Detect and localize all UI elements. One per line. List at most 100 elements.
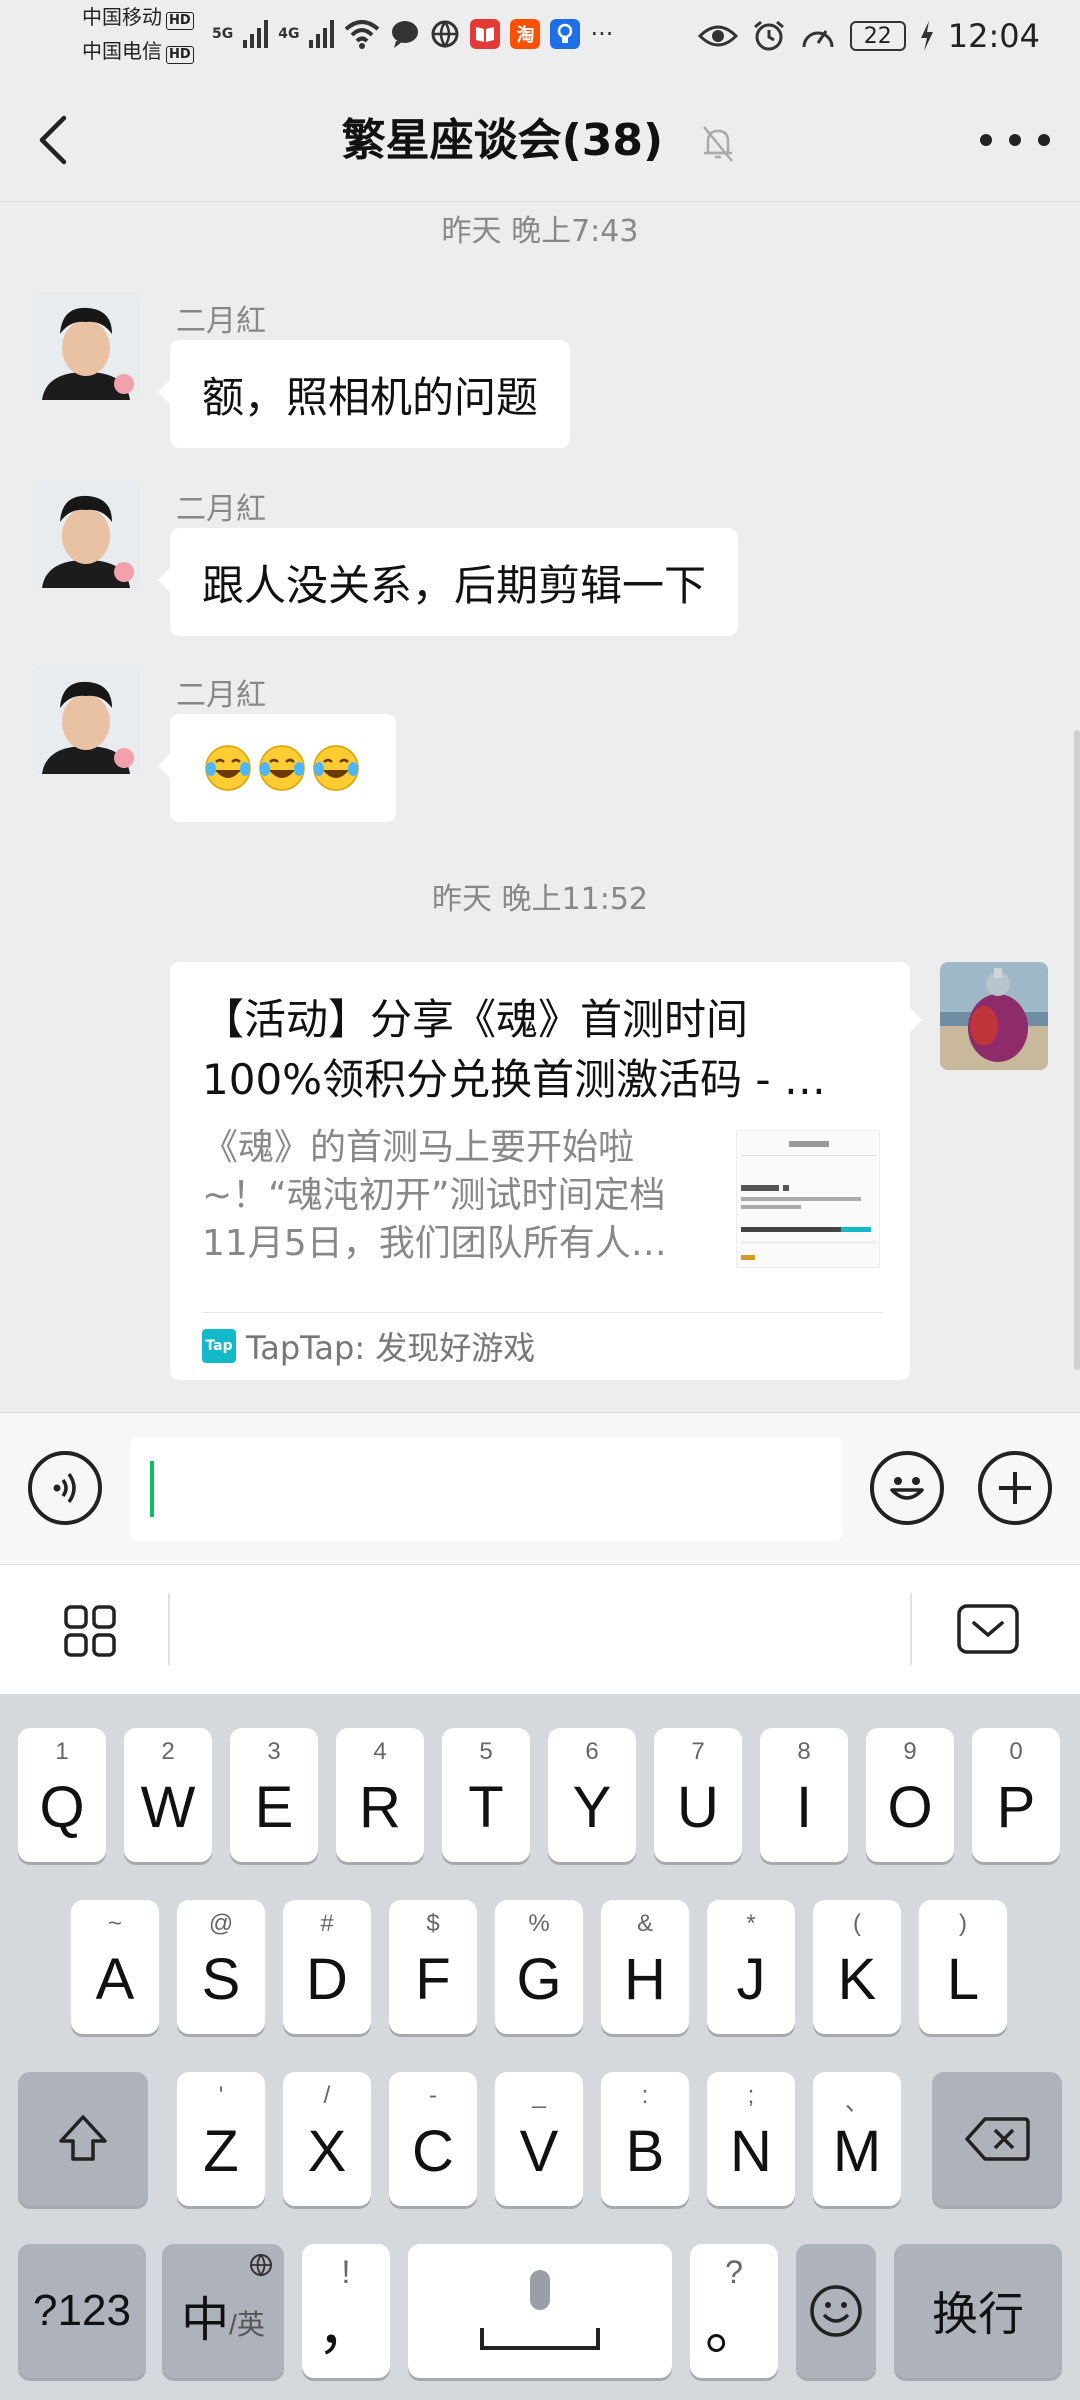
chat-title: 繁星座谈会(38) [341,115,664,166]
link-card-divider [202,1312,882,1313]
link-card-source: Tap TapTap: 发现好游戏 [202,1326,536,1367]
sender-name: 二月紅 [176,492,266,527]
status-icons-left: 5G 4G 淘 ··· [212,14,613,54]
shared-link-card[interactable]: 【活动】分享《魂》首测时间 100%领积分兑换首测激活码 - … 《魂》的首测马… [170,962,922,1380]
hide-keyboard-icon[interactable] [956,1603,1020,1655]
key-p[interactable]: 0P [972,1728,1060,1862]
charging-bolt-icon [920,21,933,51]
key-a[interactable]: ~ A [71,1900,159,2034]
eye-icon [697,25,738,47]
comma-key[interactable]: !， [302,2244,390,2378]
key-j[interactable]: * J [707,1900,795,2034]
sender-name: 二月紅 [176,678,266,713]
key-q[interactable]: 1Q [18,1728,106,1862]
carrier-1-label: 中国移动 [82,5,162,29]
more-options-button[interactable] [980,122,1050,158]
key-s[interactable]: @ S [177,1900,265,2034]
shift-icon [59,2115,107,2161]
alarm-icon [753,20,784,51]
link-card-title: 【活动】分享《魂》首测时间 100%领积分兑换首测激活码 - … [202,990,882,1110]
key-r[interactable]: 4R [336,1728,424,1862]
avatar-self[interactable] [940,962,1048,1070]
chat-bubble-icon [392,21,419,48]
voice-icon [53,1472,76,1504]
key-n[interactable]: ; N [707,2072,795,2206]
key-x[interactable]: / X [283,2072,371,2206]
message-text: 额，照相机的问题 [202,372,539,422]
emoji-keyboard-key[interactable] [796,2244,876,2378]
status-bar: 中国移动 HD 中国电信 HD 5G 4G 淘 ··· 22 12:04 [0,0,1080,72]
sender-name: 二月紅 [176,304,266,339]
lightbulb-app-icon [550,19,581,49]
mute-bell-icon [703,126,734,162]
key-b[interactable]: :B [601,2072,689,2206]
link-card-thumbnail [736,1130,880,1268]
laughing-tears-emoji-icon [205,745,251,791]
wifi-icon [345,20,380,49]
backspace-key[interactable] [932,2072,1062,2206]
more-functions-button[interactable] [978,1451,1052,1525]
key-o[interactable]: 9O [866,1728,954,1862]
key-z[interactable]: ' Z [177,2072,265,2206]
key-e[interactable]: 3E [230,1728,318,1862]
more-notifications-label: ··· [590,20,614,48]
key-m[interactable]: 、 M [813,2072,901,2206]
shift-key[interactable] [18,2072,148,2206]
link-card-title-line: 【活动】分享《魂》首测时间 [202,995,749,1044]
number-symbols-key[interactable]: ?123 [18,2244,146,2378]
globe-icon [431,20,459,49]
key-u[interactable]: 7U [654,1728,742,1862]
voice-input-button[interactable] [28,1451,102,1525]
language-toggle-key[interactable]: 中/英 [162,2244,284,2378]
link-card-desc-line: 《魂》的首测马上要开始啦 [202,1127,635,1168]
toolbar-separator [168,1593,170,1665]
space-bar-icon [480,2328,600,2350]
key-c[interactable]: -C [389,2072,477,2206]
avatar-erhong[interactable] [32,480,140,588]
smiley-icon [810,2285,862,2337]
key-f[interactable]: $ F [389,1900,477,2034]
key-d[interactable]: # D [283,1900,371,2034]
key-t[interactable]: 5T [442,1728,530,1862]
message-text: 跟人没关系，后期剪辑一下 [202,560,707,610]
space-key[interactable] [408,2244,672,2378]
plus-icon [999,1472,1031,1504]
link-card-source-label: TapTap: 发现好游戏 [246,1329,536,1367]
link-card-desc-line: ~！“魂沌初开”测试时间定档 [202,1175,666,1216]
smiley-icon [890,1477,924,1500]
key-i[interactable]: 8I [760,1728,848,1862]
grid-menu-icon[interactable] [62,1603,118,1659]
book-app-icon [470,19,501,49]
key-w[interactable]: 2W [124,1728,212,1862]
message-bubble-emoji[interactable]: 😂😂😂 [158,714,396,822]
carrier-2-label: 中国电信 [82,39,162,63]
period-key[interactable]: ?。 [690,2244,778,2378]
microphone-icon [530,2270,550,2310]
key-y[interactable]: 6Y [548,1728,636,1862]
key-l[interactable]: ) L [919,1900,1007,2034]
enter-key[interactable]: 换行 [894,2244,1062,2378]
message-bubble[interactable]: 额，照相机的问题 [157,340,571,448]
battery-level: 22 [863,23,892,49]
key-v[interactable]: _ V [495,2072,583,2206]
link-card-title-line: 100%领积分兑换首测激活码 - … [202,1055,826,1104]
key-g[interactable]: % G [495,1900,583,2034]
link-card-description: 《魂》的首测马上要开始啦 ~！“魂沌初开”测试时间定档 11月5日，我们团队所有… [202,1124,702,1268]
chat-scrollbar[interactable] [1074,730,1080,1370]
signal-icon-2 [309,20,335,48]
message-bubble[interactable]: 跟人没关系，后期剪辑一下 [157,528,739,636]
avatar-erhong[interactable] [32,292,140,400]
key-h[interactable]: & H [601,1900,689,2034]
globe-icon [250,2254,272,2277]
taptap-logo-icon: Tap [202,1329,236,1363]
language-main-label: 中 [181,2294,230,2347]
keyboard: 1Q 2W 3E 4R 5T 6Y 7U 8I 9O 0P ~ A @ S # D $… [0,1694,1080,2400]
emoji-button[interactable] [870,1451,944,1525]
key-k[interactable]: (K [813,1900,901,2034]
chat-header: 繁星座谈会(38) [0,72,1080,202]
timestamp: 昨天 晚上11:52 [432,882,648,917]
message-input[interactable] [130,1437,842,1541]
signal-icon [243,20,269,48]
avatar-erhong[interactable] [32,666,140,774]
speed-gauge-icon [802,30,834,48]
